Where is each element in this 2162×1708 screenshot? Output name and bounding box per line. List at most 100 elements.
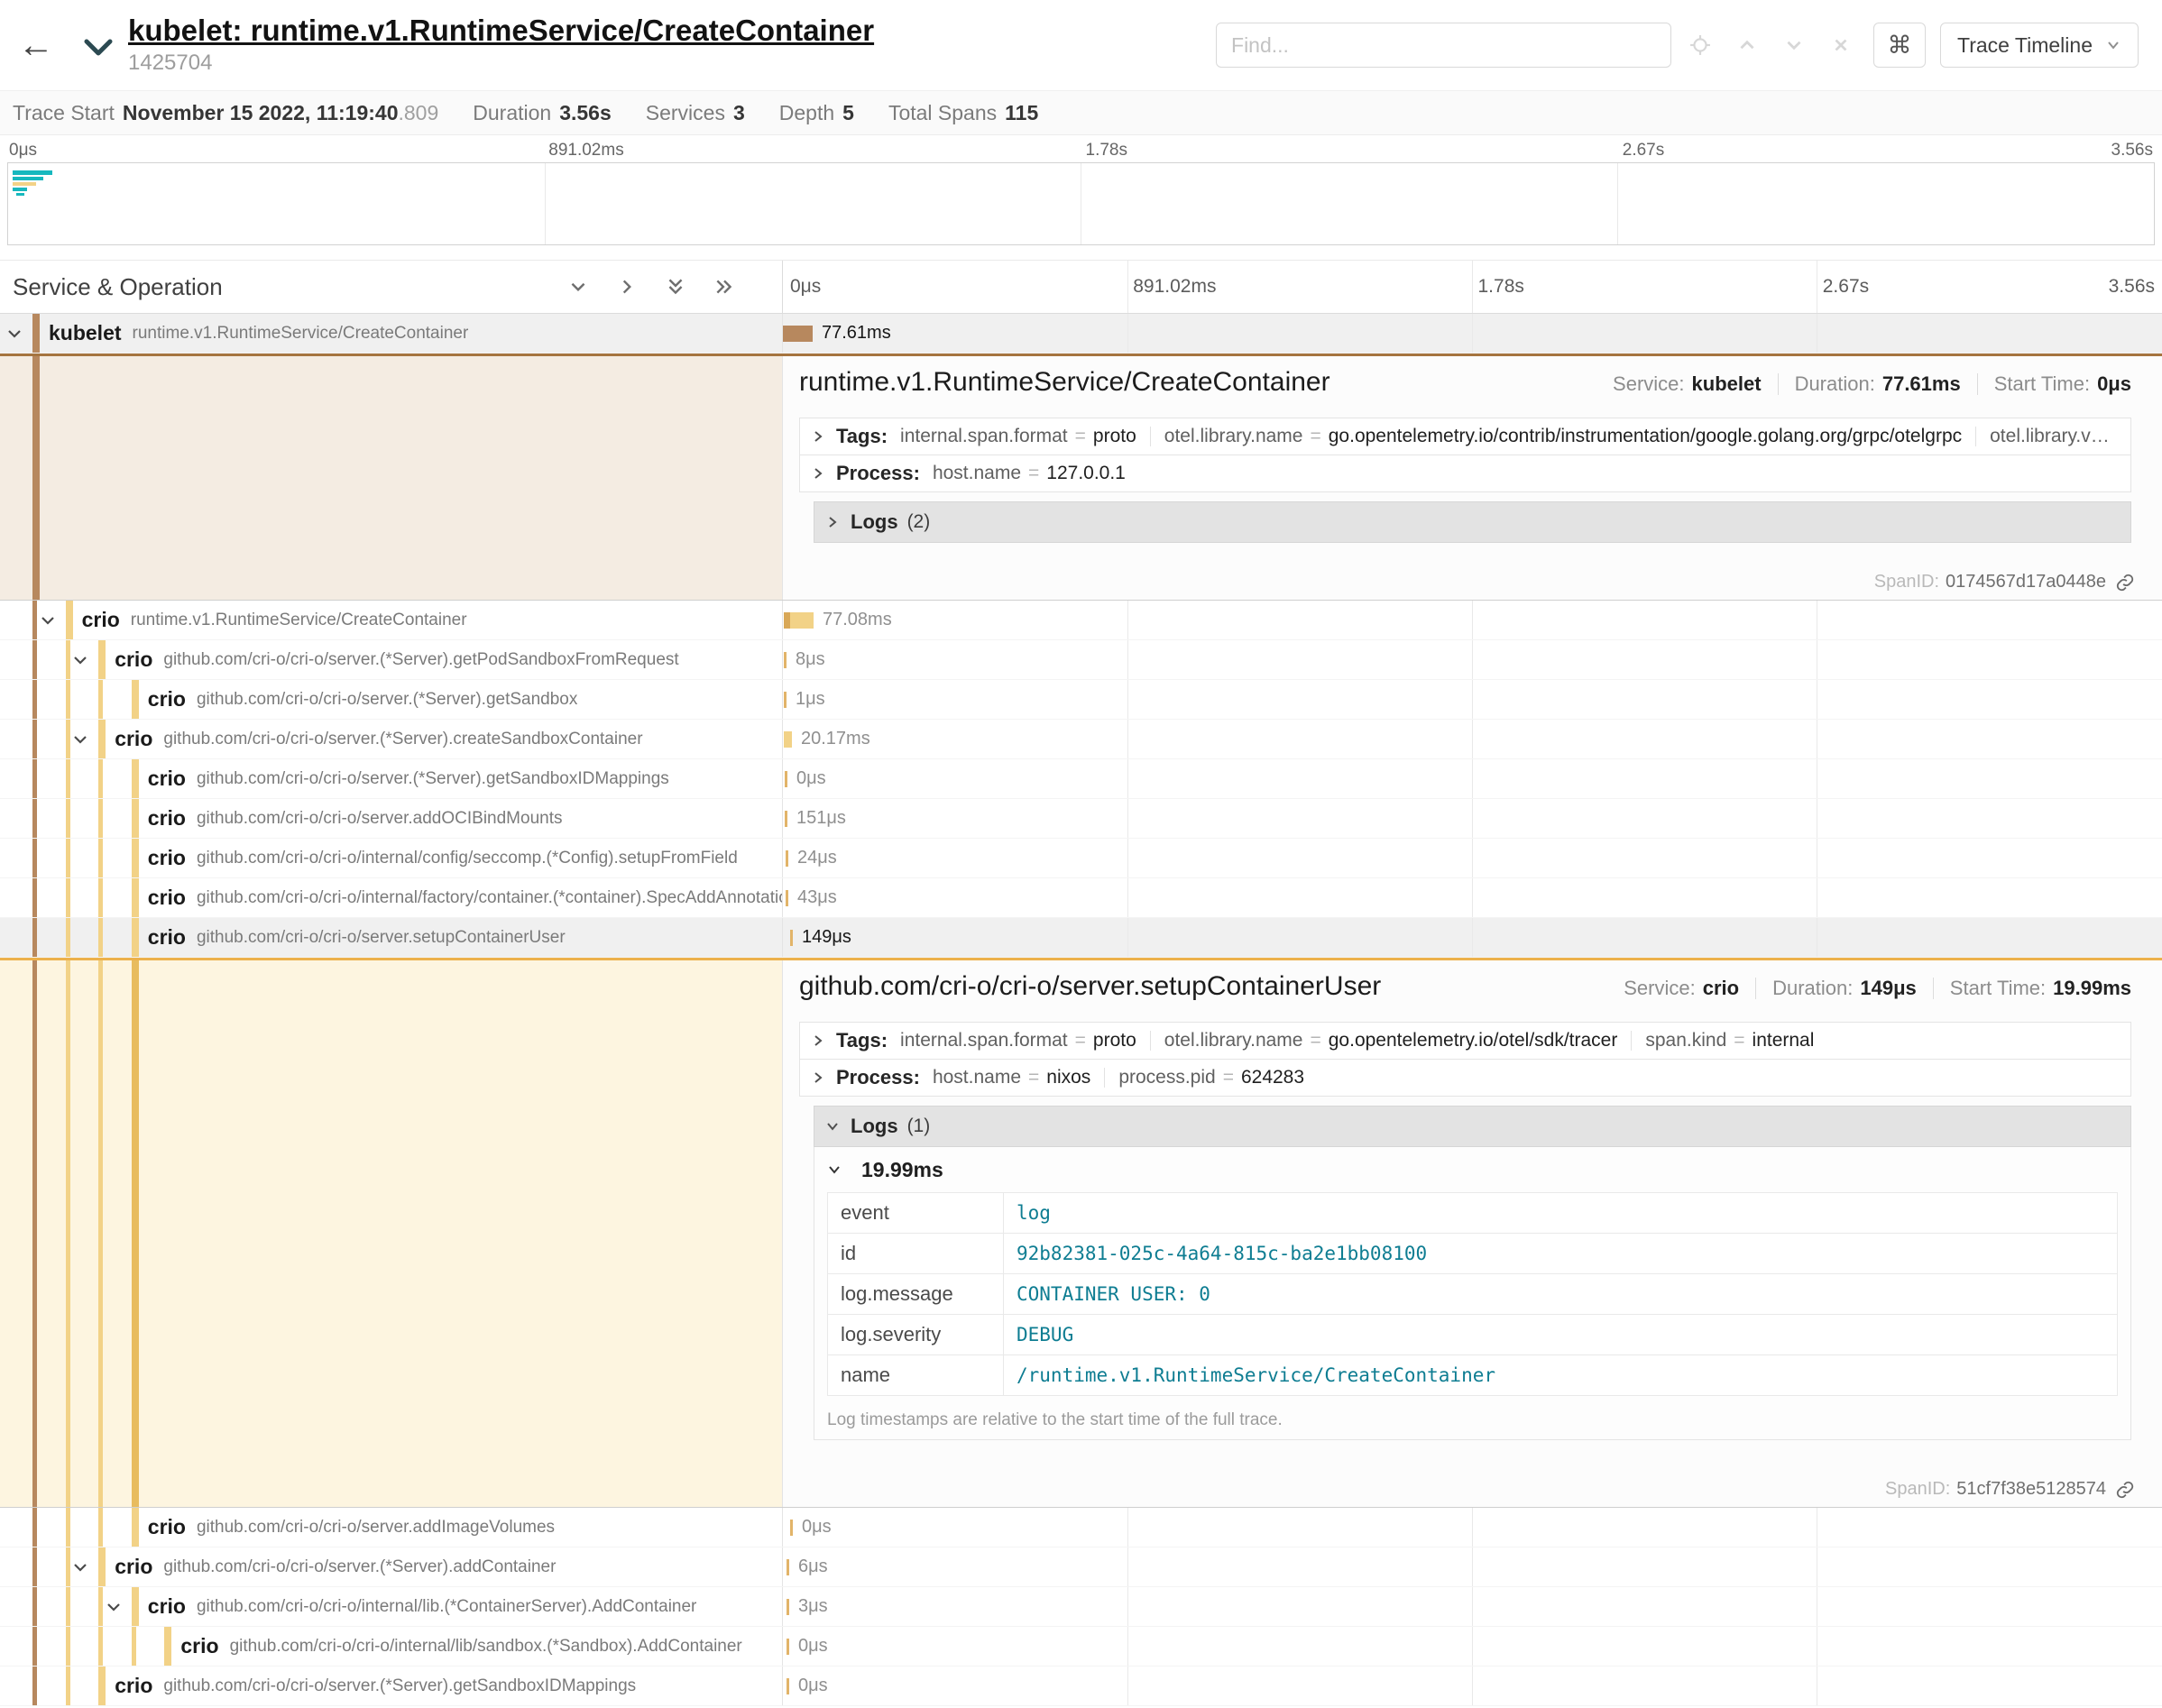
span-name: criogithub.com/cri-o/cri-o/internal/conf… bbox=[148, 839, 782, 877]
tree-guide bbox=[66, 1587, 70, 1626]
meta-duration-label: Duration: bbox=[1772, 977, 1853, 1000]
process-accordion[interactable]: Process: host.name=127.0.0.1 bbox=[799, 455, 2131, 492]
collapse-all-icon[interactable] bbox=[665, 276, 686, 298]
span-timeline-cell[interactable]: 20.17ms bbox=[783, 720, 2162, 758]
span-row[interactable]: kubeletruntime.v1.RuntimeService/CreateC… bbox=[0, 314, 2162, 354]
trace-timeline-minimap[interactable] bbox=[7, 162, 2155, 245]
span-duration-label: 1μs bbox=[796, 689, 825, 710]
find-input[interactable] bbox=[1216, 23, 1671, 68]
back-button[interactable]: ← bbox=[18, 25, 60, 66]
expand-chevron-icon[interactable] bbox=[105, 1598, 123, 1616]
span-row[interactable]: criogithub.com/cri-o/cri-o/server.setupC… bbox=[0, 918, 2162, 958]
expand-chevron-icon[interactable] bbox=[71, 730, 89, 748]
span-row[interactable]: crioruntime.v1.RuntimeService/CreateCont… bbox=[0, 601, 2162, 640]
operation-name: github.com/cri-o/cri-o/server.(*Server).… bbox=[163, 1676, 636, 1696]
span-timeline-cell[interactable]: 8μs bbox=[783, 640, 2162, 679]
tree-guide bbox=[66, 1508, 70, 1547]
logs-count: (2) bbox=[907, 511, 931, 533]
span-timeline-cell[interactable]: 151μs bbox=[783, 799, 2162, 838]
span-color-bar bbox=[98, 1547, 106, 1586]
tags-accordion[interactable]: Tags: internal.span.format=protootel.lib… bbox=[799, 1022, 2131, 1060]
expand-chevron-icon[interactable] bbox=[71, 651, 89, 669]
expand-all-icon[interactable] bbox=[713, 276, 735, 298]
expand-chevron-icon[interactable] bbox=[39, 611, 57, 629]
span-timeline-cell[interactable]: 149μs bbox=[783, 918, 2162, 957]
trace-view-label: Trace Timeline bbox=[1957, 33, 2093, 58]
span-name: criogithub.com/cri-o/cri-o/internal/fact… bbox=[148, 878, 782, 917]
trace-detail-toggle-icon[interactable] bbox=[83, 37, 114, 59]
span-duration-bar bbox=[784, 652, 787, 668]
keyboard-shortcuts-button[interactable]: ⌘ bbox=[1873, 23, 1926, 68]
span-row[interactable]: criogithub.com/cri-o/cri-o/internal/lib.… bbox=[0, 1587, 2162, 1627]
span-row[interactable]: criogithub.com/cri-o/cri-o/server.(*Serv… bbox=[0, 680, 2162, 720]
find-prev-icon[interactable] bbox=[1736, 34, 1758, 56]
logs-accordion[interactable]: Logs (1) bbox=[814, 1106, 2131, 1147]
span-color-bar bbox=[132, 839, 139, 877]
kv-key: internal.span.format bbox=[900, 1030, 1068, 1051]
process-label: Process: bbox=[836, 1066, 920, 1089]
span-row[interactable]: criogithub.com/cri-o/cri-o/internal/fact… bbox=[0, 878, 2162, 918]
span-name: criogithub.com/cri-o/cri-o/server.(*Serv… bbox=[148, 759, 782, 798]
span-row[interactable]: criogithub.com/cri-o/cri-o/internal/lib/… bbox=[0, 1627, 2162, 1667]
logs-accordion[interactable]: Logs (2) bbox=[814, 501, 2131, 543]
tick-label: 2.67s bbox=[1823, 276, 1869, 298]
span-name: criogithub.com/cri-o/cri-o/server.setupC… bbox=[148, 918, 782, 957]
tree-guide bbox=[66, 918, 70, 957]
span-row[interactable]: criogithub.com/cri-o/cri-o/server.addIma… bbox=[0, 1508, 2162, 1547]
span-duration-label: 20.17ms bbox=[801, 729, 870, 749]
span-row[interactable]: criogithub.com/cri-o/cri-o/server.(*Serv… bbox=[0, 720, 2162, 759]
span-row[interactable]: criogithub.com/cri-o/cri-o/server.(*Serv… bbox=[0, 640, 2162, 680]
tree-guide bbox=[32, 680, 37, 719]
log-entries: 19.99ms eventlogid92b82381-025c-4a64-815… bbox=[814, 1147, 2131, 1440]
service-name: crio bbox=[148, 1515, 186, 1539]
kv-value: proto bbox=[1093, 1030, 1136, 1051]
span-timeline-cell[interactable]: 77.08ms bbox=[783, 601, 2162, 639]
tree-guide bbox=[32, 720, 37, 758]
trace-title-link[interactable]: kubelet: runtime.v1.RuntimeService/Creat… bbox=[128, 14, 874, 48]
expand-chevron-icon[interactable] bbox=[71, 1558, 89, 1576]
expand-chevron-icon[interactable] bbox=[5, 325, 23, 343]
divider bbox=[1778, 373, 1779, 395]
span-timeline-cell[interactable]: 3μs bbox=[783, 1587, 2162, 1626]
copy-link-icon[interactable] bbox=[2115, 573, 2135, 592]
span-row[interactable]: criogithub.com/cri-o/cri-o/server.(*Serv… bbox=[0, 1547, 2162, 1587]
operation-name: github.com/cri-o/cri-o/server.(*Server).… bbox=[163, 1557, 556, 1577]
process-accordion[interactable]: Process: host.name=nixosprocess.pid=6242… bbox=[799, 1059, 2131, 1097]
tree-guide bbox=[32, 799, 37, 838]
log-entry-header[interactable]: 19.99ms bbox=[827, 1151, 2118, 1189]
span-row[interactable]: criogithub.com/cri-o/cri-o/server.(*Serv… bbox=[0, 759, 2162, 799]
span-detail-panel: github.com/cri-o/cri-o/server.setupConta… bbox=[783, 960, 2162, 1507]
meta-service-label: Service: bbox=[1624, 977, 1695, 1000]
log-field-row: id92b82381-025c-4a64-815c-ba2e1bb08100 bbox=[828, 1234, 2118, 1274]
span-timeline-cell[interactable]: 0μs bbox=[783, 1667, 2162, 1705]
copy-link-icon[interactable] bbox=[2115, 1480, 2135, 1500]
span-duration-bar bbox=[784, 612, 814, 629]
tags-accordion[interactable]: Tags: internal.span.format=protootel.lib… bbox=[799, 418, 2131, 455]
service-operation-header: Service & Operation bbox=[0, 261, 783, 313]
tick-label: 2.67s bbox=[1623, 141, 1664, 161]
tree-guide bbox=[98, 1587, 103, 1626]
span-duration-bar bbox=[787, 1678, 789, 1694]
tick-label: 3.56s bbox=[2111, 141, 2153, 161]
span-timeline-cell[interactable]: 43μs bbox=[783, 878, 2162, 917]
find-clear-icon[interactable] bbox=[1830, 34, 1852, 56]
collapse-one-icon[interactable] bbox=[567, 276, 589, 298]
span-timeline-cell[interactable]: 0μs bbox=[783, 1508, 2162, 1547]
find-focus-icon[interactable] bbox=[1689, 34, 1711, 56]
span-timeline-cell[interactable]: 24μs bbox=[783, 839, 2162, 877]
find-next-icon[interactable] bbox=[1783, 34, 1805, 56]
span-row[interactable]: criogithub.com/cri-o/cri-o/server.addOCI… bbox=[0, 799, 2162, 839]
span-row[interactable]: criogithub.com/cri-o/cri-o/server.(*Serv… bbox=[0, 1667, 2162, 1706]
span-timeline-cell[interactable]: 0μs bbox=[783, 1627, 2162, 1666]
log-field-value: DEBUG bbox=[1004, 1315, 2118, 1355]
span-row[interactable]: criogithub.com/cri-o/cri-o/internal/conf… bbox=[0, 839, 2162, 878]
span-timeline-cell[interactable]: 77.61ms bbox=[783, 314, 2162, 353]
span-timeline-cell[interactable]: 6μs bbox=[783, 1547, 2162, 1586]
tree-guide bbox=[66, 960, 70, 1507]
trace-view-select[interactable]: Trace Timeline bbox=[1940, 23, 2139, 68]
span-duration-label: 77.61ms bbox=[822, 323, 891, 344]
span-timeline-cell[interactable]: 0μs bbox=[783, 759, 2162, 798]
expand-one-icon[interactable] bbox=[616, 276, 638, 298]
span-timeline-cell[interactable]: 1μs bbox=[783, 680, 2162, 719]
span-duration-label: 6μs bbox=[798, 1556, 828, 1577]
